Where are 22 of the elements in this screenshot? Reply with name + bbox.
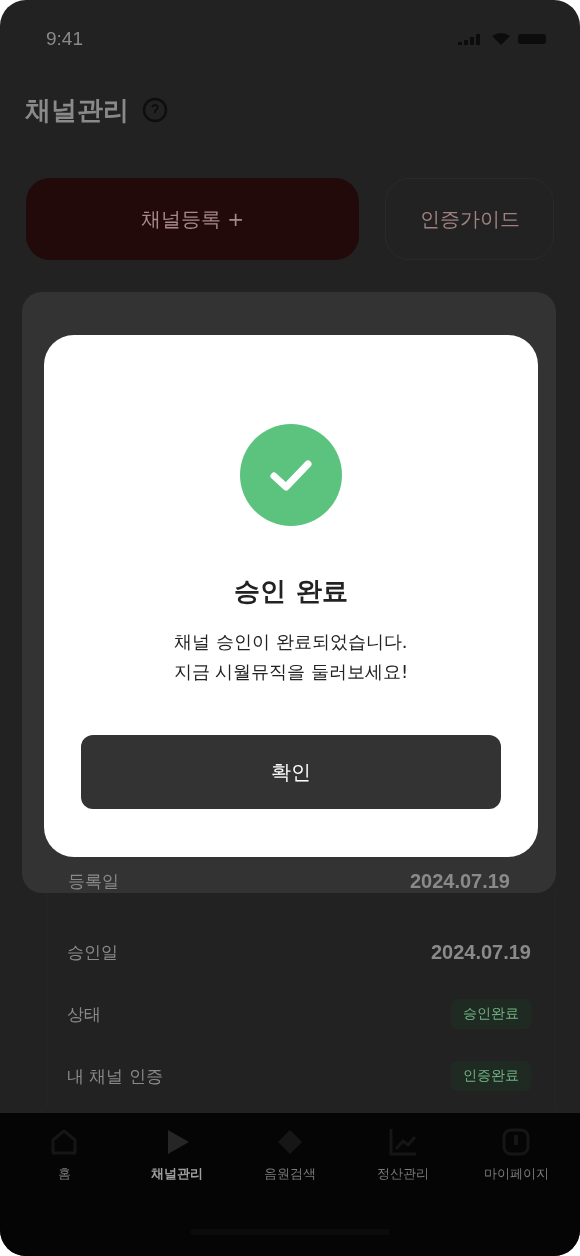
row-value: 2024.07.19 [430,940,531,964]
page-title: 채널관리 [25,93,129,127]
tab-item[interactable]: 정산관리 [353,1127,453,1183]
register-channel-button[interactable]: 채널등록 + [26,178,359,260]
tab-item[interactable]: 홈 [14,1127,114,1183]
row-label: 승인일 [67,940,118,964]
status-badge: 승인완료 [451,999,531,1029]
status-badge: 인증완료 [451,1061,531,1091]
confirm-button[interactable]: 확인 [81,735,501,809]
guide-button[interactable]: 인증가이드 [385,178,554,260]
dialog-message: 지금 시월뮤직을 둘러보세요! [173,660,409,684]
row-label: 내 채널 인증 [67,1064,163,1088]
row-label: 등록일 [68,869,119,893]
check-icon [240,424,342,526]
dialog-title: 승인 완료 [234,575,348,608]
tab-item[interactable]: 음원검색 [240,1127,340,1183]
row-label: 상태 [67,1002,101,1026]
tab-item[interactable]: 채널관리 [127,1127,227,1183]
status-time: 9:41 [46,28,83,50]
row-value: 2024.07.19 [409,869,510,893]
tab-item[interactable]: 마이페이지 [466,1127,566,1183]
dialog-message: 채널 승인이 완료되었습니다. [174,630,408,654]
